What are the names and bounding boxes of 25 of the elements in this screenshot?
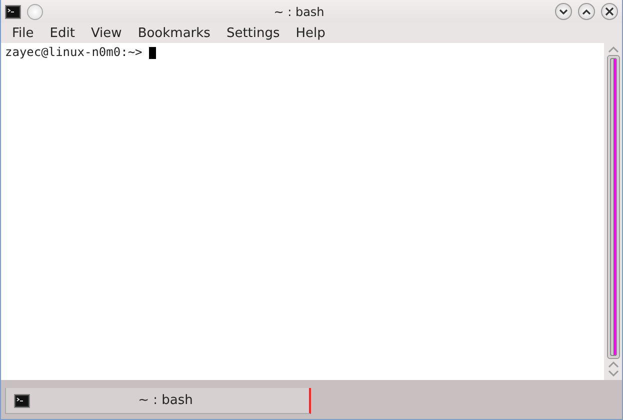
menu-item[interactable]: Bookmarks — [130, 26, 218, 40]
scroll-up-icon[interactable] — [608, 361, 618, 368]
pin-button[interactable] — [27, 4, 43, 20]
terminal-icon — [14, 394, 30, 408]
minimize-button[interactable] — [555, 3, 572, 20]
terminal-icon — [5, 4, 21, 18]
terminal-tab[interactable]: ~ : bash — [5, 388, 311, 414]
window-title: ~ : bash — [272, 4, 326, 18]
chevron-up-icon — [582, 8, 591, 14]
scroll-down-icon[interactable] — [608, 370, 618, 377]
maximize-button[interactable] — [578, 3, 595, 20]
scrollbar[interactable] — [606, 55, 620, 359]
menu-item[interactable]: Edit — [42, 26, 83, 40]
shell-prompt: zayec@linux-n0m0:~> — [5, 45, 142, 59]
menu-item[interactable]: Help — [288, 26, 334, 40]
menu-item[interactable]: View — [82, 26, 130, 40]
chevron-down-icon — [559, 8, 568, 14]
terminal-area[interactable]: zayec@linux-n0m0:~> — [1, 43, 604, 380]
close-button[interactable] — [601, 3, 618, 20]
scroll-thumb[interactable] — [610, 58, 616, 356]
scroll-up-icon[interactable] — [608, 46, 618, 53]
menu-item[interactable]: Settings — [218, 26, 288, 40]
close-icon — [605, 7, 614, 16]
menu-item[interactable]: File — [4, 26, 42, 40]
text-cursor — [149, 47, 156, 59]
